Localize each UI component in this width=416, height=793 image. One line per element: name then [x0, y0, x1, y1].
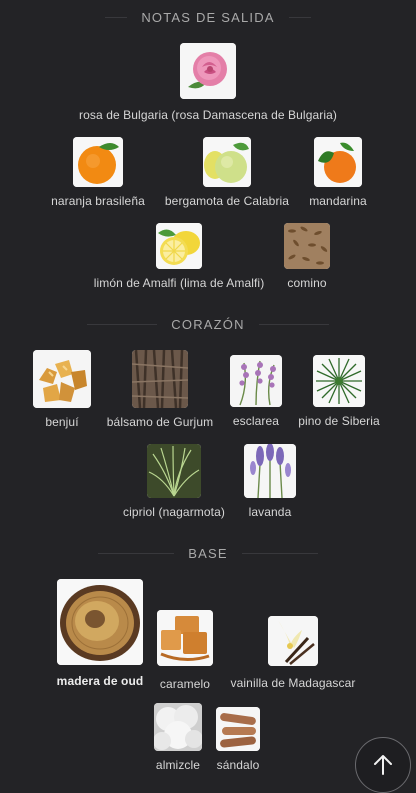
note-bergamot[interactable]: bergamota de Calabria — [160, 137, 294, 208]
note-label: benjuí — [45, 415, 79, 429]
vanilla-icon — [268, 616, 318, 666]
note-label: pino de Siberia — [298, 414, 380, 428]
note-label: sándalo — [216, 758, 260, 772]
clary-sage-icon — [230, 355, 282, 407]
benzoin-icon — [33, 350, 91, 408]
note-label: bálsamo de Gurjum — [106, 415, 214, 429]
note-rose[interactable]: rosa de Bulgaria (rosa Damascena de Bulg… — [60, 43, 356, 122]
oud-wood-icon — [57, 579, 143, 665]
note-clary-sage[interactable]: esclarea — [224, 355, 288, 428]
section-header-base-notes: BASE — [0, 546, 416, 561]
note-sandalwood[interactable]: sándalo — [210, 707, 266, 772]
lemon-icon — [156, 223, 202, 269]
divider — [98, 553, 175, 554]
note-label: naranja brasileña — [51, 194, 145, 208]
note-label: cipriol (nagarmota) — [123, 505, 225, 519]
divider — [258, 324, 329, 325]
note-lavender[interactable]: lavanda — [240, 444, 300, 519]
section-title: BASE — [188, 546, 228, 561]
cypriol-icon — [147, 444, 201, 498]
divider — [87, 324, 158, 325]
caramel-icon — [157, 610, 213, 666]
note-label: caramelo — [159, 677, 211, 691]
sandalwood-icon — [216, 707, 260, 751]
note-caramel[interactable]: caramelo — [154, 610, 216, 691]
note-cypriol[interactable]: cipriol (nagarmota) — [114, 444, 234, 519]
arrow-up-icon — [374, 755, 392, 775]
note-label: limón de Amalfi (lima de Amalfi) — [93, 276, 265, 290]
divider — [241, 553, 318, 554]
divider — [105, 17, 128, 18]
pine-icon — [313, 355, 365, 407]
note-musk[interactable]: almizcle — [150, 703, 206, 772]
note-label: madera de oud — [56, 674, 144, 688]
bergamot-icon — [203, 137, 251, 187]
note-label: lavanda — [248, 505, 292, 519]
note-label: vainilla de Madagascar — [230, 676, 356, 690]
mandarin-icon — [314, 137, 362, 187]
note-label: comino — [287, 276, 327, 290]
note-label: esclarea — [232, 414, 280, 428]
orange-icon — [73, 137, 123, 187]
note-lemon[interactable]: limón de Amalfi (lima de Amalfi) — [84, 223, 274, 290]
cumin-icon — [284, 223, 330, 269]
section-header-top-notes: NOTAS DE SALIDA — [0, 10, 416, 25]
note-label: bergamota de Calabria — [164, 194, 290, 208]
note-oud-wood[interactable]: madera de oud — [54, 579, 146, 688]
section-header-heart-notes: CORAZÓN — [0, 317, 416, 332]
musk-icon — [154, 703, 202, 751]
note-benzoin[interactable]: benjuí — [24, 350, 100, 429]
note-label: almizcle — [155, 758, 201, 772]
lavender-icon — [244, 444, 296, 498]
note-mandarin[interactable]: mandarina — [302, 137, 374, 208]
note-label: rosa de Bulgaria (rosa Damascena de Bulg… — [79, 108, 337, 122]
note-cumin[interactable]: comino — [280, 223, 334, 290]
note-gurjun-balsam[interactable]: bálsamo de Gurjum — [100, 350, 220, 429]
note-siberian-pine[interactable]: pino de Siberia — [292, 355, 386, 428]
note-orange[interactable]: naranja brasileña — [40, 137, 156, 208]
section-title: NOTAS DE SALIDA — [141, 10, 275, 25]
divider — [288, 17, 311, 18]
bark-icon — [132, 350, 188, 408]
note-vanilla[interactable]: vainilla de Madagascar — [224, 616, 362, 690]
note-label: mandarina — [309, 194, 367, 208]
rose-icon — [180, 43, 236, 99]
scroll-to-top-button[interactable] — [355, 737, 411, 793]
section-title: CORAZÓN — [171, 317, 245, 332]
